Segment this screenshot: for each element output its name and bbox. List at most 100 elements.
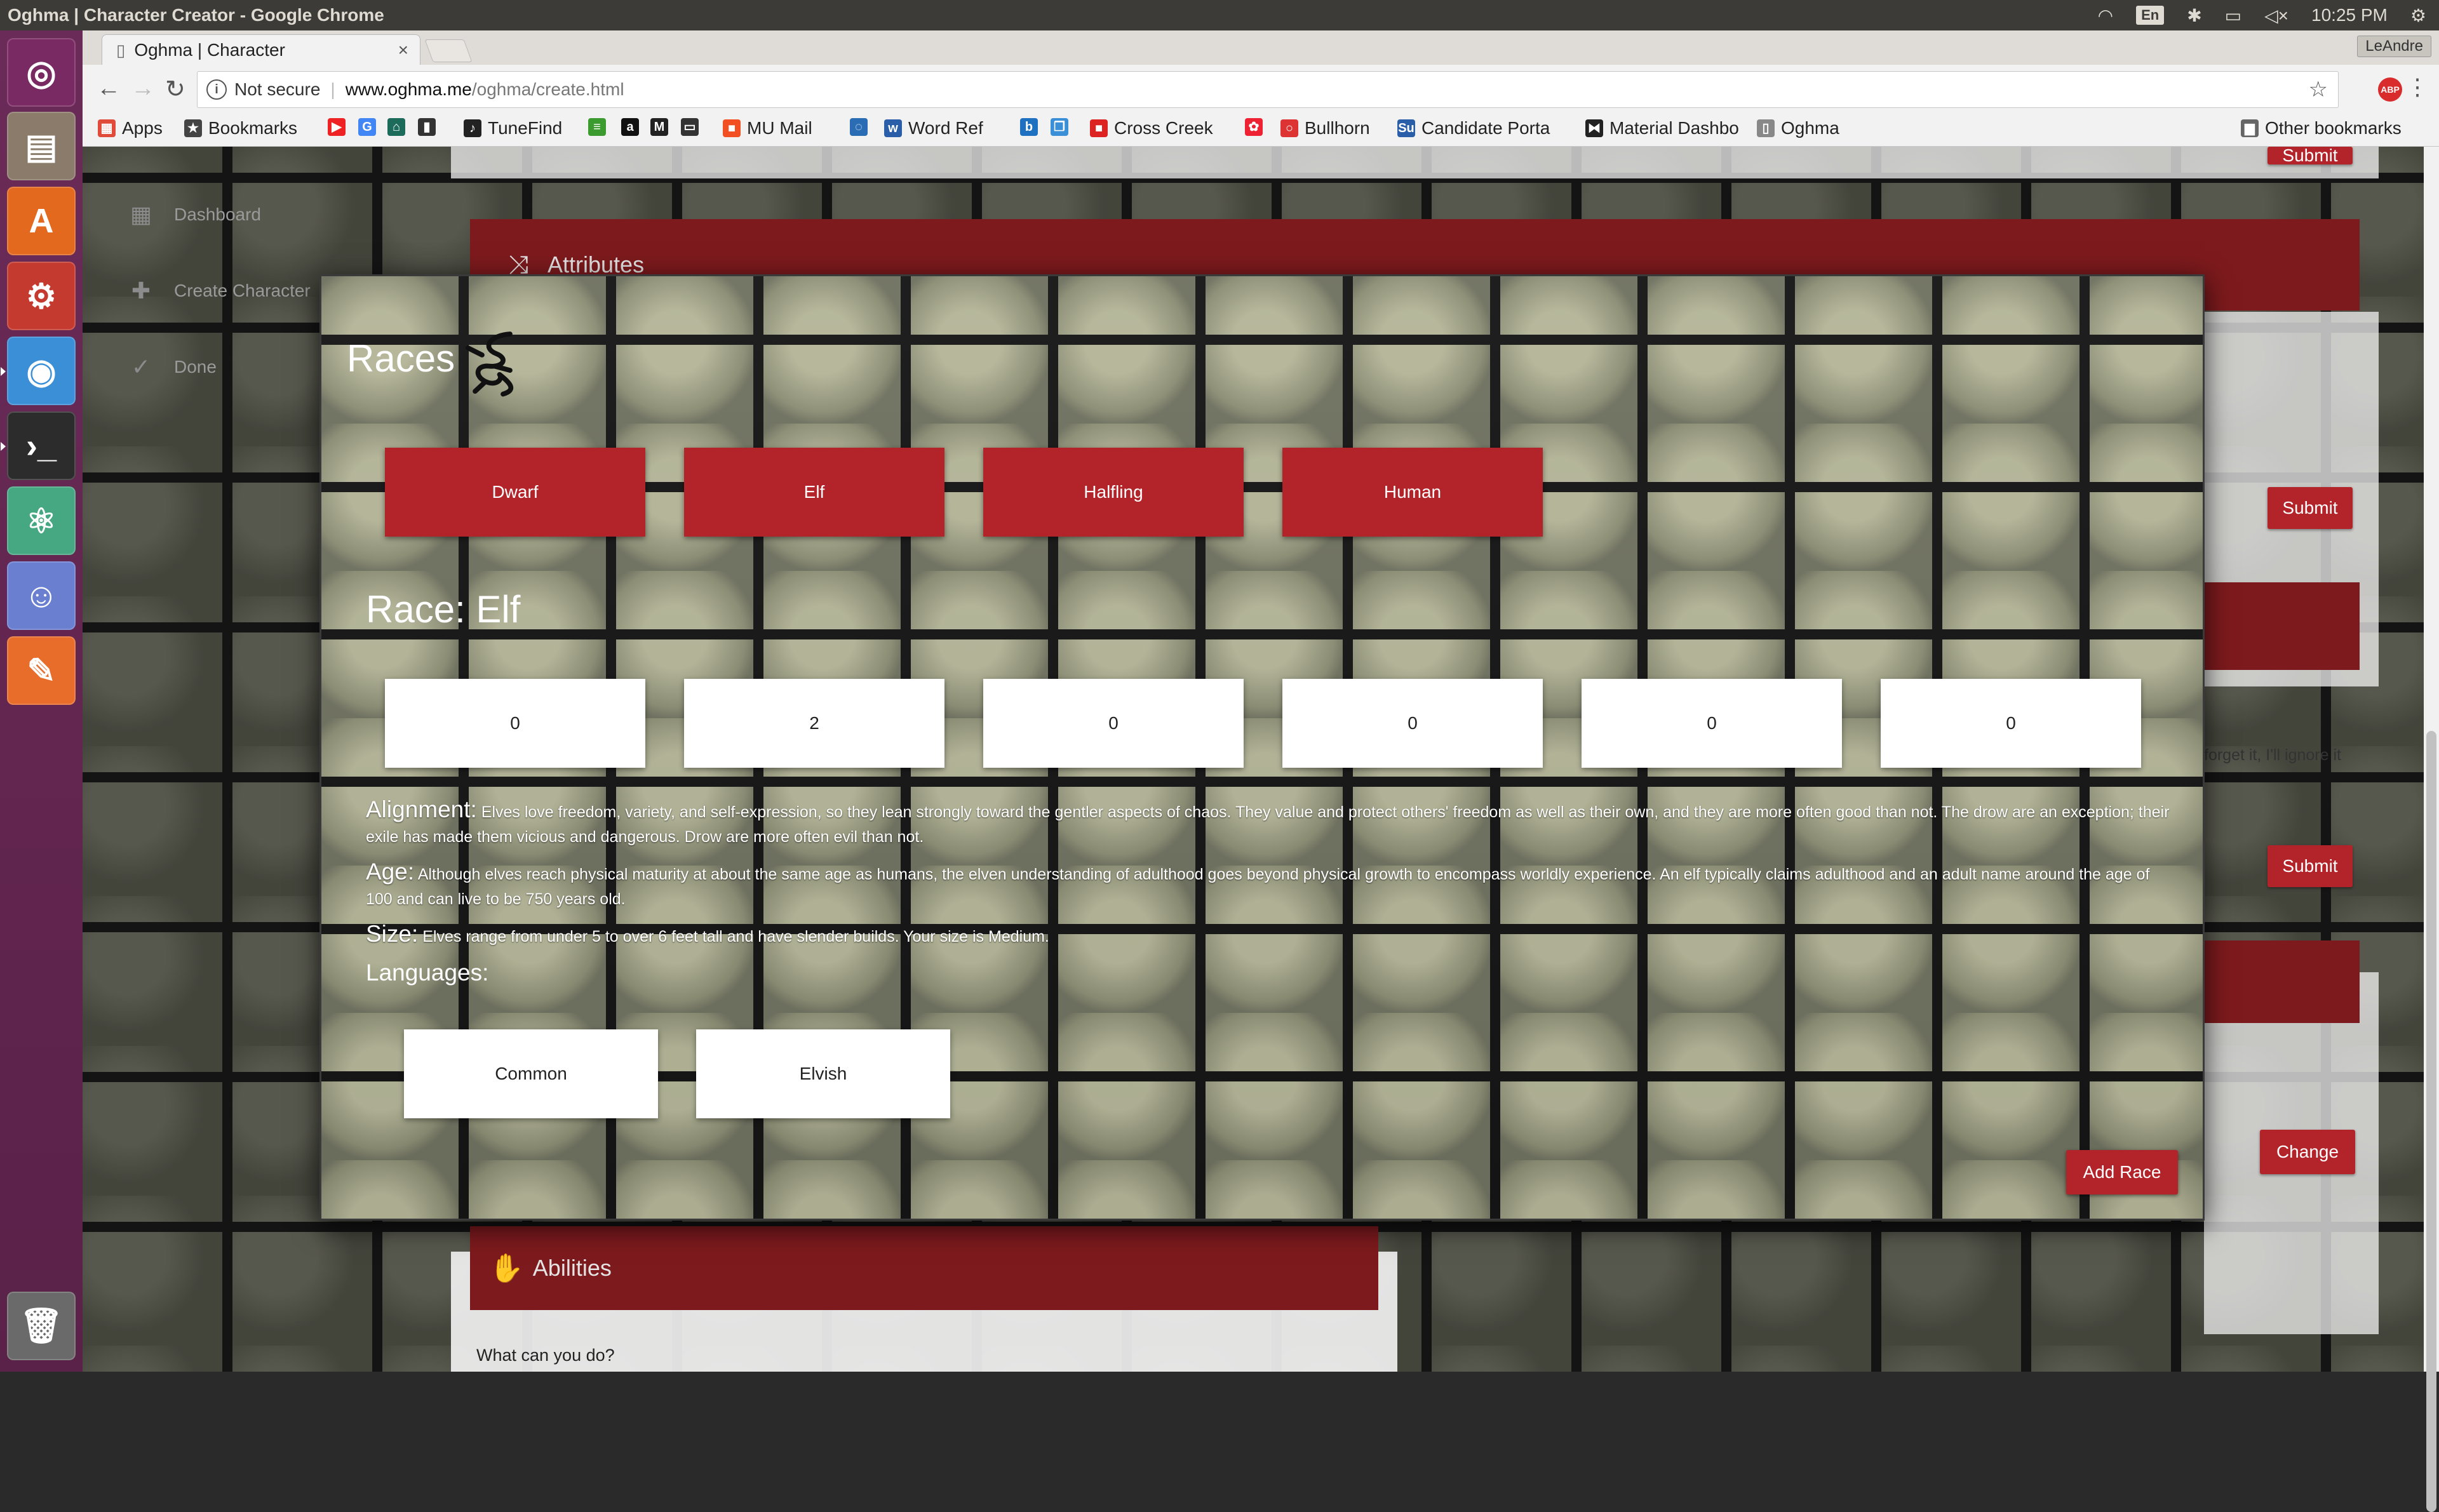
page-scrollbar[interactable]	[2424, 147, 2439, 1512]
hand-icon: ✋	[489, 1253, 524, 1284]
launcher: ◎ ▤ A ⚙ ◉ ›_ ⚛ ☺ ✎ 🗑	[0, 30, 83, 1372]
bookmark-other-bookmarks[interactable]: ▆ Other bookmarks	[2241, 118, 2402, 138]
bookmark-icon-only[interactable]: M	[650, 118, 675, 136]
stat-box: 0	[983, 679, 1244, 768]
bookmark-icon-only[interactable]: ▶	[328, 118, 352, 136]
bookmark-bookmarks[interactable]: ★ Bookmarks	[184, 118, 297, 138]
bookmark-icon-only[interactable]: b	[1020, 118, 1044, 136]
terminal-icon[interactable]: ›_	[1, 411, 76, 480]
address-bar[interactable]: i Not secure | www.oghma.me/oghma/create…	[197, 71, 2339, 108]
bookmark-favicon-icon: ▦	[98, 119, 116, 137]
bookmark-icon-only[interactable]: G	[358, 118, 382, 136]
bookmark-material-dashbo[interactable]: ⧓ Material Dashbo	[1585, 118, 1739, 138]
change-button[interactable]: Change	[2260, 1130, 2355, 1174]
tab-title: Oghma | Character	[134, 40, 285, 60]
bookmark-icon-only[interactable]: a	[621, 118, 645, 136]
battery-icon[interactable]: ▭	[2225, 5, 2241, 26]
submit-button[interactable]: Submit	[2268, 845, 2353, 887]
info-icon[interactable]: i	[206, 79, 227, 100]
keyboard-indicator[interactable]: En	[2136, 6, 2165, 25]
bookmark-favicon-icon: ≡	[588, 118, 606, 136]
race-button-halfling[interactable]: Halfling	[983, 448, 1244, 537]
bookmark-favicon-icon: ▭	[681, 118, 699, 136]
age-label: Age:	[366, 859, 415, 885]
bookmark-apps[interactable]: ▦ Apps	[98, 118, 163, 138]
abilities-prompt: What can you do?	[476, 1346, 615, 1365]
power-gear-icon[interactable]: ⚙	[2410, 5, 2426, 26]
reload-icon[interactable]: ↻	[165, 75, 185, 104]
sidebar-item-done[interactable]: ✓ Done	[127, 354, 217, 380]
browser-tab[interactable]: ▯ Oghma | Character ×	[102, 34, 420, 65]
dashboard-icon: ▦	[130, 201, 152, 227]
bookmark-candidate-porta[interactable]: Su Candidate Porta	[1397, 118, 1550, 138]
race-button-human[interactable]: Human	[1282, 448, 1543, 537]
stat-box: 0	[1282, 679, 1543, 768]
bookmark-cross-creek[interactable]: ■ Cross Creek	[1090, 118, 1213, 138]
bookmark-word-ref[interactable]: w Word Ref	[884, 118, 983, 138]
bookmark-favicon-icon: M	[650, 118, 668, 136]
files-icon[interactable]: ▤	[7, 112, 76, 180]
clock[interactable]: 10:25 PM	[2311, 5, 2388, 25]
background-card	[451, 147, 2379, 178]
software-center-icon[interactable]: A	[7, 187, 76, 255]
dragon-logo-icon	[466, 331, 514, 397]
bookmark-favicon-icon: a	[621, 118, 639, 136]
page-content: ▦ Dashboard ✚ Create Character ✓ Done Su…	[83, 147, 2439, 1372]
submit-button[interactable]: Submit	[2268, 147, 2353, 165]
bookmark-favicon-icon: Su	[1397, 119, 1415, 137]
browser-toolbar: ← → ↻ i Not secure | www.oghma.me/oghma/…	[83, 65, 2439, 113]
wifi-icon[interactable]: ◠	[2098, 5, 2113, 26]
submit-button[interactable]: Submit	[2268, 487, 2353, 529]
scrollbar-thumb[interactable]	[2426, 731, 2436, 1512]
size-paragraph: Size: Elves range from under 5 to over 6…	[366, 921, 2176, 949]
bookmark-icon-only[interactable]: ▮	[418, 118, 442, 136]
bookmark-icon-only[interactable]: ⌂	[387, 118, 412, 136]
discord-icon[interactable]: ☺	[7, 561, 76, 630]
bookmark-tunefind[interactable]: ♪ TuneFind	[464, 118, 562, 138]
chrome-icon[interactable]: ◉	[1, 337, 76, 405]
bluetooth-icon[interactable]: ✱	[2187, 5, 2201, 26]
bookmarks-bar: ▦ Apps ★ Bookmarks ▶ G ⌂ ▮ ♪ TuneFind ≡ a M ▭ ■ MU Mail…	[83, 113, 2439, 147]
bookmark-mu-mail[interactable]: ■ MU Mail	[723, 118, 812, 138]
sidebar-item-label: Dashboard	[174, 204, 261, 224]
sidebar-item-dashboard[interactable]: ▦ Dashboard	[127, 201, 261, 228]
bookmark-bullhorn[interactable]: ○ Bullhorn	[1280, 118, 1370, 138]
bookmark-oghma[interactable]: ▯ Oghma	[1757, 118, 1839, 138]
race-button-elf[interactable]: Elf	[684, 448, 944, 537]
os-top-bar: Oghma | Character Creator - Google Chrom…	[0, 0, 2439, 30]
bookmark-icon-only[interactable]: ◌	[850, 118, 874, 136]
check-icon: ✓	[131, 354, 151, 380]
close-tab-icon[interactable]: ×	[398, 40, 408, 60]
volume-icon[interactable]: ◁×	[2264, 5, 2288, 26]
back-arrow-icon[interactable]: ←	[97, 75, 121, 102]
adblock-icon[interactable]: ABP	[2378, 77, 2402, 102]
tab-strip: ▯ Oghma | Character × LeAndre	[83, 30, 2439, 65]
bookmark-icon-only[interactable]: ✿	[1245, 118, 1269, 136]
profile-button[interactable]: LeAndre	[2357, 36, 2431, 57]
bookmark-icon-only[interactable]: ▭	[681, 118, 705, 136]
bookmark-favicon-icon: ▶	[328, 118, 346, 136]
add-race-button[interactable]: Add Race	[2066, 1150, 2178, 1194]
editor-icon[interactable]: ✎	[7, 636, 76, 705]
new-tab-button[interactable]	[424, 39, 473, 62]
forward-arrow-icon[interactable]: →	[131, 75, 155, 102]
bookmark-icon-only[interactable]: ❐	[1051, 118, 1075, 136]
bookmark-icon-only[interactable]: ≡	[588, 118, 612, 136]
menu-kebab-icon[interactable]: ⋮	[2406, 74, 2429, 100]
system-settings-icon[interactable]: ⚙	[7, 262, 76, 330]
stat-box: 0	[1582, 679, 1842, 768]
bookmark-star-icon[interactable]: ☆	[2309, 77, 2328, 102]
bookmark-label: Word Ref	[908, 118, 983, 138]
section-header	[2204, 582, 2360, 670]
bookmark-favicon-icon: ♪	[464, 119, 481, 137]
page-favicon-icon: ▯	[116, 40, 126, 60]
ubuntu-logo-icon[interactable]: ◎	[7, 38, 76, 107]
stat-box: 2	[684, 679, 944, 768]
url-host: www.oghma.me	[345, 79, 472, 99]
bookmark-favicon-icon: ★	[184, 119, 202, 137]
language-common: Common	[404, 1029, 658, 1118]
sidebar-item-create-character[interactable]: ✚ Create Character	[127, 278, 311, 304]
atom-icon[interactable]: ⚛	[7, 486, 76, 555]
race-button-dwarf[interactable]: Dwarf	[385, 448, 645, 537]
trash-icon[interactable]: 🗑	[7, 1292, 76, 1360]
